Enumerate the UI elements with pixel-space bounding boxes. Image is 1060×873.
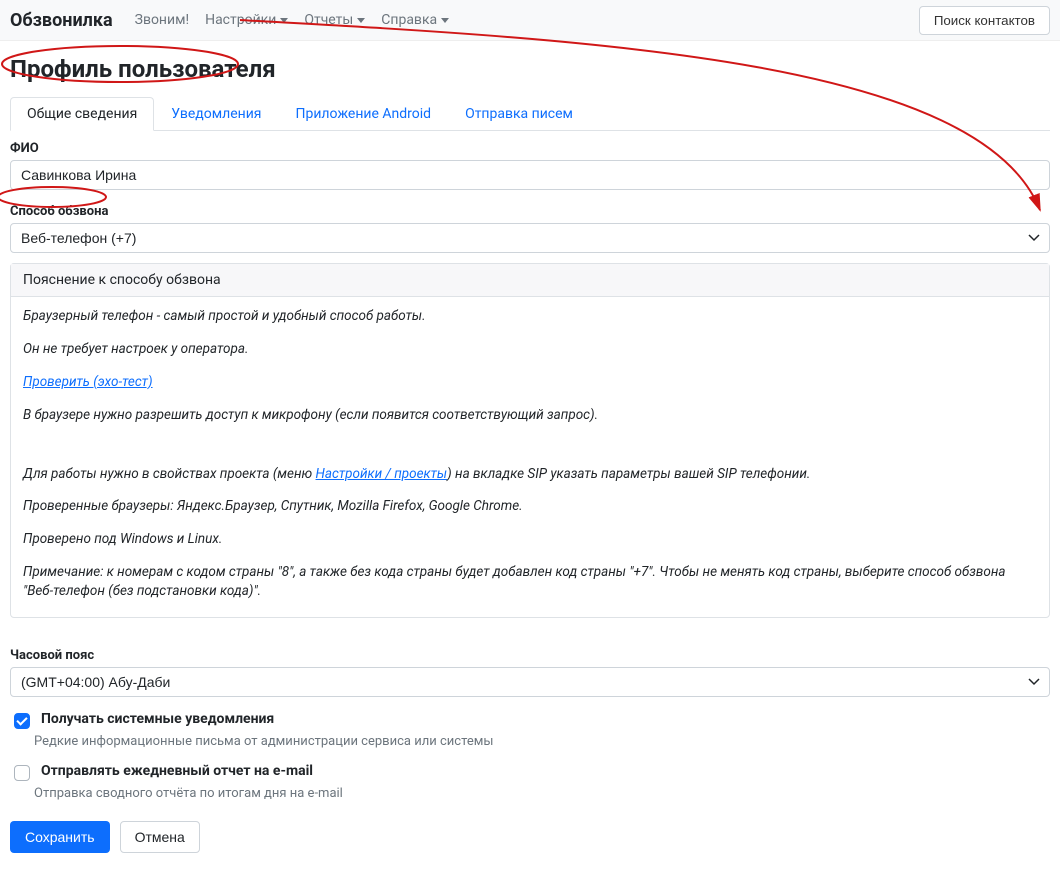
timezone-label: Часовой пояс	[10, 648, 1050, 663]
tabs: Общие сведения Уведомления Приложение An…	[10, 97, 1050, 131]
info-p4a: Для работы нужно в свойствах проекта (ме…	[23, 466, 316, 482]
info-p7: Примечание: к номерам с кодом страны "8"…	[23, 563, 1037, 601]
info-p4b: ) на вкладке SIP указать параметры вашей…	[447, 466, 810, 482]
info-p2: Он не требует настроек у оператора.	[23, 340, 1037, 359]
method-select[interactable]: Веб-телефон (+7)	[10, 223, 1050, 253]
nav-help[interactable]: Справка	[373, 6, 457, 34]
cancel-button[interactable]: Отмена	[120, 821, 200, 853]
nav-reports[interactable]: Отчеты	[296, 6, 373, 34]
nav-call-label: Звоним!	[135, 12, 189, 28]
fio-label: ФИО	[10, 141, 1050, 156]
brand[interactable]: Обзвонилка	[10, 10, 113, 31]
daily-checkbox[interactable]	[14, 765, 30, 781]
tab-general[interactable]: Общие сведения	[10, 97, 154, 131]
nav-settings-label: Настройки	[205, 12, 276, 28]
info-p3: В браузере нужно разрешить доступ к микр…	[23, 406, 1037, 425]
method-info-header: Пояснение к способу обзвона	[11, 264, 1049, 297]
tab-mail[interactable]: Отправка писем	[448, 97, 590, 131]
navbar: Обзвонилка Звоним! Настройки Отчеты Спра…	[0, 0, 1060, 41]
caret-down-icon	[441, 18, 449, 23]
daily-label[interactable]: Отправлять ежедневный отчет на e-mail	[41, 763, 313, 779]
daily-help: Отправка сводного отчёта по итогам дня н…	[34, 786, 1050, 801]
method-label: Способ обзвона	[10, 204, 1050, 219]
method-info-body: Браузерный телефон - самый простой и удо…	[11, 297, 1049, 617]
caret-down-icon	[357, 18, 365, 23]
info-p6: Проверено под Windows и Linux.	[23, 530, 1037, 549]
info-p5: Проверенные браузеры: Яндекс.Браузер, Сп…	[23, 497, 1037, 516]
sysnotify-checkbox[interactable]	[14, 713, 30, 729]
nav-call[interactable]: Звоним!	[127, 6, 197, 34]
nav-reports-label: Отчеты	[304, 12, 353, 28]
tab-notifications[interactable]: Уведомления	[154, 97, 278, 131]
echo-test-link[interactable]: Проверить (эхо-тест)	[23, 374, 153, 390]
method-info-card: Пояснение к способу обзвона Браузерный т…	[10, 263, 1050, 618]
save-button[interactable]: Сохранить	[10, 821, 110, 853]
fio-input[interactable]	[10, 160, 1050, 190]
nav-settings[interactable]: Настройки	[197, 6, 296, 34]
sysnotify-label[interactable]: Получать системные уведомления	[41, 711, 274, 727]
sysnotify-help: Редкие информационные письма от админист…	[34, 734, 1050, 749]
page-title: Профиль пользователя	[10, 55, 1050, 83]
nav-help-label: Справка	[381, 12, 437, 28]
settings-projects-link[interactable]: Настройки / проекты	[316, 466, 448, 482]
search-contacts-button[interactable]: Поиск контактов	[919, 6, 1050, 35]
caret-down-icon	[280, 18, 288, 23]
info-p1: Браузерный телефон - самый простой и удо…	[23, 307, 1037, 326]
tab-android[interactable]: Приложение Android	[278, 97, 448, 131]
timezone-select[interactable]: (GMT+04:00) Абу-Даби	[10, 667, 1050, 697]
